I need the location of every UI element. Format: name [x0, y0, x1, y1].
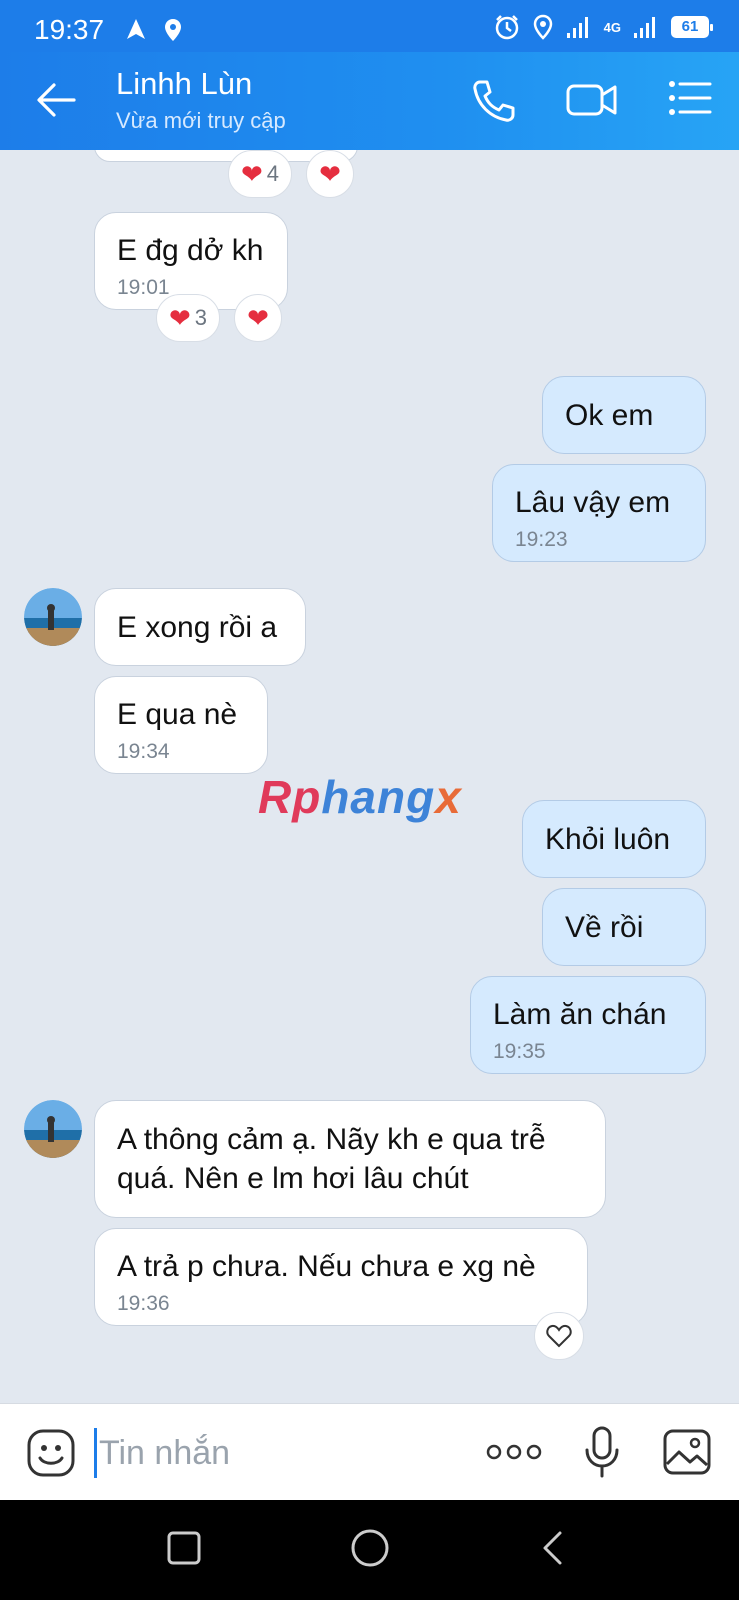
- message-text: A trả p chưa. Nếu chưa e xg nè: [117, 1250, 536, 1283]
- menu-icon[interactable]: [668, 78, 712, 118]
- heart-icon: ❤: [240, 158, 263, 189]
- message-time: 19:23: [515, 528, 568, 551]
- status-time: 19:37: [34, 14, 105, 45]
- message-bubble[interactable]: A thông cảm ạ. Nãy kh e qua trễ quá. Nên…: [94, 1100, 606, 1218]
- message-text-line: quá. Nên e lm hơi lâu chút: [117, 1162, 469, 1195]
- location-icon: [533, 14, 552, 40]
- reaction-summary[interactable]: ❤ 4: [228, 150, 292, 198]
- react-heart-button[interactable]: ❤: [234, 294, 282, 342]
- message-bubble[interactable]: E qua nè 19:34: [94, 676, 268, 774]
- navigation-arrow-icon: [127, 19, 145, 39]
- message-time: 19:36: [117, 1292, 170, 1315]
- react-heart-button[interactable]: [534, 1312, 584, 1360]
- contact-avatar[interactable]: [24, 588, 82, 646]
- message-text: Làm ăn chán: [493, 998, 667, 1031]
- image-gallery-icon[interactable]: [662, 1428, 712, 1476]
- chat-header: Linhh Lùn Vừa mới truy cập: [0, 52, 739, 150]
- phone-icon[interactable]: [470, 78, 516, 124]
- message-text: E qua nè: [117, 698, 238, 731]
- message-time: 19:35: [493, 1040, 546, 1063]
- message-bubble[interactable]: Làm ăn chán 19:35: [470, 976, 706, 1074]
- react-heart-button[interactable]: ❤: [306, 150, 354, 198]
- message-bubble[interactable]: Về rồi: [542, 888, 706, 966]
- message-bubble[interactable]: E xong rồi a: [94, 588, 306, 666]
- message-input[interactable]: Tin nhắn: [94, 1428, 454, 1478]
- reaction-count: 4: [266, 161, 280, 186]
- chat-area[interactable]: ❤ 4 ❤ E đg dở kh 19:01 ❤ 3 ❤ Ok em Lâu v…: [0, 150, 739, 1403]
- heart-icon: ❤: [319, 158, 341, 189]
- watermark-logo: Rphangx: [258, 771, 462, 823]
- back-arrow-icon[interactable]: [36, 82, 76, 118]
- battery-icon: 61: [671, 16, 713, 38]
- reaction-count: 3: [194, 305, 208, 330]
- video-call-icon[interactable]: [566, 78, 618, 122]
- message-text: Khỏi luôn: [545, 823, 671, 856]
- message-input-bar: Tin nhắn: [0, 1403, 739, 1500]
- status-bar: 19:37 4G 61: [0, 0, 739, 52]
- contact-status: Vừa mới truy cập: [116, 108, 286, 133]
- message-bubble[interactable]: Lâu vậy em 19:23: [492, 464, 706, 562]
- message-time: 19:34: [117, 740, 170, 763]
- message-text: Ok em: [565, 399, 654, 432]
- message-bubble[interactable]: Ok em: [542, 376, 706, 454]
- message-text: Lâu vậy em: [515, 486, 671, 519]
- microphone-icon[interactable]: [584, 1426, 620, 1480]
- home-icon[interactable]: [350, 1528, 390, 1568]
- emoji-icon[interactable]: [26, 1428, 76, 1478]
- message-text: E xong rồi a: [117, 611, 278, 644]
- alarm-icon: [495, 15, 518, 40]
- location-icon: [165, 19, 181, 41]
- contact-name[interactable]: Linhh Lùn: [116, 66, 252, 102]
- signal-icon: [566, 17, 588, 38]
- heart-icon: ❤: [168, 302, 191, 333]
- network-type: 4G: [603, 19, 621, 35]
- heart-outline-icon: [546, 1324, 572, 1348]
- more-options-icon[interactable]: [486, 1442, 542, 1462]
- message-bubble[interactable]: A trả p chưa. Nếu chưa e xg nè 19:36: [94, 1228, 588, 1326]
- contact-avatar[interactable]: [24, 1100, 82, 1158]
- system-navigation-bar: [0, 1500, 739, 1600]
- heart-icon: ❤: [247, 302, 269, 333]
- reaction-summary[interactable]: ❤ 3: [156, 294, 220, 342]
- back-nav-icon[interactable]: [540, 1530, 566, 1566]
- status-right: 4G 61: [494, 14, 713, 40]
- message-bubble[interactable]: Khỏi luôn: [522, 800, 706, 878]
- signal-icon: [634, 17, 655, 38]
- recent-apps-icon[interactable]: [166, 1530, 202, 1566]
- message-text: Về rồi: [565, 911, 644, 944]
- message-text-line: A thông cảm ạ. Nãy kh e qua trễ: [117, 1123, 546, 1156]
- message-text: E đg dở kh: [117, 234, 264, 267]
